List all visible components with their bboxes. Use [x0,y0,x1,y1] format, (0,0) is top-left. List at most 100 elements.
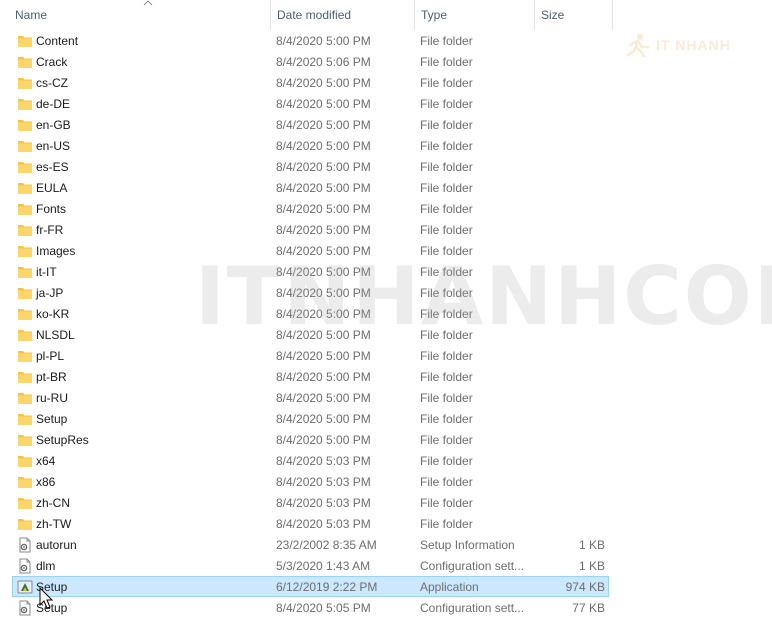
file-row[interactable]: Crack 8/4/2020 5:06 PM File folder [12,51,609,72]
file-type: File folder [420,370,473,384]
file-type: File folder [420,391,473,405]
site-logo: IT NHANH [622,33,731,57]
file-row[interactable]: dlm 5/3/2020 1:43 AM Configuration sett...… [12,555,609,576]
column-header-type[interactable]: Type [414,0,534,30]
file-row[interactable]: SetupRes 8/4/2020 5:00 PM File folder [12,429,609,450]
file-row[interactable]: en-US 8/4/2020 5:00 PM File folder [12,135,609,156]
file-row[interactable]: es-ES 8/4/2020 5:00 PM File folder [12,156,609,177]
file-date-modified: 8/4/2020 5:00 PM [276,139,371,153]
column-header-name[interactable]: Name [9,0,270,30]
file-date-modified: 8/4/2020 5:00 PM [276,118,371,132]
file-row[interactable]: ru-RU 8/4/2020 5:00 PM File folder [12,387,609,408]
file-date-modified: 8/4/2020 5:00 PM [276,349,371,363]
folder-icon [18,99,32,110]
file-type: File folder [420,181,473,195]
file-name: Crack [36,55,68,69]
file-type: File folder [420,307,473,321]
file-row[interactable]: pt-BR 8/4/2020 5:00 PM File folder [12,366,609,387]
file-name: zh-TW [36,517,72,531]
column-header-bar: Name Date modified Type Size [0,0,772,30]
file-row[interactable]: pl-PL 8/4/2020 5:00 PM File folder [12,345,609,366]
file-row[interactable]: en-GB 8/4/2020 5:00 PM File folder [12,114,609,135]
file-row[interactable]: fr-FR 8/4/2020 5:00 PM File folder [12,219,609,240]
config-file-icon [19,600,31,616]
file-date-modified: 8/4/2020 5:00 PM [276,265,371,279]
file-date-modified: 6/12/2019 2:22 PM [276,580,378,594]
column-header-name-label: Name [15,8,48,22]
file-date-modified: 8/4/2020 5:00 PM [276,97,371,111]
file-type: File folder [420,202,473,216]
file-name: NLSDL [36,328,75,342]
file-row[interactable]: EULA 8/4/2020 5:00 PM File folder [12,177,609,198]
file-date-modified: 8/4/2020 5:00 PM [276,160,371,174]
folder-icon [18,477,32,488]
file-type: Setup Information [420,538,515,552]
folder-icon [18,456,32,467]
folder-icon [18,162,32,173]
file-row[interactable]: ja-JP 8/4/2020 5:00 PM File folder [12,282,609,303]
file-type: File folder [420,496,473,510]
file-row[interactable]: Images 8/4/2020 5:00 PM File folder [12,240,609,261]
config-file-icon [19,558,31,574]
file-row[interactable]: x86 8/4/2020 5:03 PM File folder [12,471,609,492]
file-type: File folder [420,97,473,111]
file-type: File folder [420,433,473,447]
folder-icon [18,435,32,446]
folder-icon [18,36,32,47]
file-name: EULA [36,181,68,195]
file-type: File folder [420,118,473,132]
folder-icon [18,246,32,257]
file-name: x86 [36,475,56,489]
file-name: ja-JP [36,286,64,300]
file-date-modified: 8/4/2020 5:03 PM [276,475,371,489]
file-type: File folder [420,454,473,468]
file-row[interactable]: Fonts 8/4/2020 5:00 PM File folder [12,198,609,219]
file-size: 1 KB [578,559,605,573]
file-date-modified: 8/4/2020 5:03 PM [276,517,371,531]
file-row[interactable]: it-IT 8/4/2020 5:00 PM File folder [12,261,609,282]
file-type: File folder [420,55,473,69]
file-row[interactable]: Content 8/4/2020 5:00 PM File folder [12,30,609,51]
file-date-modified: 8/4/2020 5:00 PM [276,244,371,258]
file-name: SetupRes [36,433,89,447]
file-size: 77 KB [572,601,605,615]
file-row[interactable]: x64 8/4/2020 5:03 PM File folder [12,450,609,471]
folder-icon [18,519,32,530]
file-row[interactable]: Setup 8/4/2020 5:05 PM Configuration sett.… [12,597,609,618]
file-date-modified: 8/4/2020 5:00 PM [276,328,371,342]
file-row[interactable]: NLSDL 8/4/2020 5:00 PM File folder [12,324,609,345]
runner-logo-icon [626,34,650,57]
file-name: fr-FR [36,223,64,237]
file-date-modified: 8/4/2020 5:03 PM [276,454,371,468]
file-row[interactable]: cs-CZ 8/4/2020 5:00 PM File folder [12,72,609,93]
file-name: es-ES [36,160,69,174]
file-row[interactable]: Setup 6/12/2019 2:22 PM Application 974 KB [12,576,609,597]
file-date-modified: 8/4/2020 5:00 PM [276,391,371,405]
file-row[interactable]: ko-KR 8/4/2020 5:00 PM File folder [12,303,609,324]
file-type: File folder [420,223,473,237]
file-type: File folder [420,412,473,426]
file-type: File folder [420,265,473,279]
file-type: File folder [420,349,473,363]
column-header-size[interactable]: Size [534,0,613,30]
file-type: File folder [420,34,473,48]
file-row[interactable]: zh-CN 8/4/2020 5:03 PM File folder [12,492,609,513]
file-row[interactable]: autorun 23/2/2002 8:35 AM Setup Informatio… [12,534,609,555]
file-date-modified: 8/4/2020 5:00 PM [276,286,371,300]
file-row[interactable]: Setup 8/4/2020 5:00 PM File folder [12,408,609,429]
file-name: it-IT [36,265,57,279]
file-type: File folder [420,139,473,153]
file-name: Images [36,244,76,258]
folder-icon [18,120,32,131]
file-row[interactable]: zh-TW 8/4/2020 5:03 PM File folder [12,513,609,534]
sort-ascending-icon [143,0,153,6]
column-header-date[interactable]: Date modified [270,0,414,30]
file-row[interactable]: de-DE 8/4/2020 5:00 PM File folder [12,93,609,114]
file-type: File folder [420,244,473,258]
file-date-modified: 8/4/2020 5:00 PM [276,370,371,384]
folder-icon [18,414,32,425]
file-type: Application [420,580,479,594]
file-type: File folder [420,160,473,174]
file-name: autorun [36,538,77,552]
folder-icon [18,204,32,215]
